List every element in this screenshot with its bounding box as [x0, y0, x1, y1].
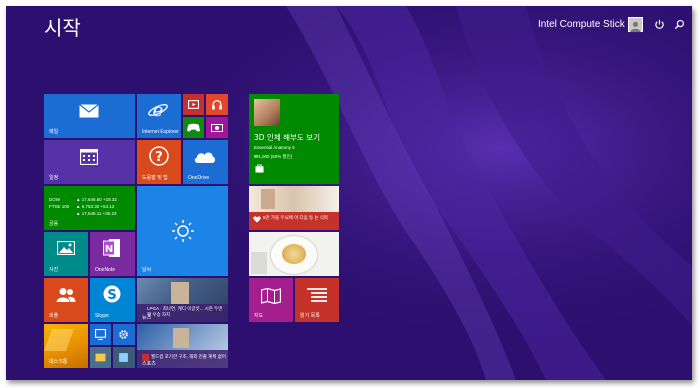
tile-mail[interactable]: 메일: [44, 94, 135, 138]
tile-sports[interactable]: 월드컵 포기한 구조, 해외 진출 계획 없어 스포츠: [137, 324, 228, 368]
calendar-icon: [80, 149, 98, 165]
finance-row-name: FTSE 100: [49, 204, 70, 209]
tile-music[interactable]: [206, 94, 228, 115]
reading-list-icon: [307, 288, 327, 302]
finance-row-value: ▲ 17,646.60 +18.32: [76, 197, 117, 202]
tile-help-label: 도움말 및 팁: [142, 175, 168, 181]
tile-weather-label: 날씨: [142, 267, 152, 273]
tile-calendar[interactable]: 일정: [44, 140, 135, 184]
tile-people-label: 피플: [49, 313, 59, 319]
tile-sports-label: 스포츠: [142, 361, 156, 367]
svg-text:?: ?: [155, 150, 163, 165]
promo-photo: [254, 99, 280, 126]
promo-price: ₩1,000 (50% 할인): [254, 154, 293, 159]
camera-icon: [211, 124, 223, 132]
tile-games[interactable]: [183, 117, 204, 138]
tile-people[interactable]: 피플: [44, 278, 88, 322]
skype-icon: S: [103, 285, 121, 303]
search-icon[interactable]: [674, 19, 685, 30]
ie-icon: e: [148, 100, 168, 120]
tile-onedrive[interactable]: OneDrive: [183, 140, 228, 184]
video-icon: [188, 100, 199, 109]
map-icon: [261, 288, 281, 304]
power-icon[interactable]: [654, 19, 665, 30]
mail-icon: [79, 104, 99, 118]
finance-row-name: DOW: [49, 197, 60, 202]
svg-text:e: e: [153, 100, 164, 120]
tile-small-app-3[interactable]: [90, 347, 111, 368]
tile-small-app-1[interactable]: [90, 324, 111, 345]
help-icon: ?: [149, 146, 169, 166]
cloud-icon: [194, 152, 216, 163]
tile-small-app-2[interactable]: [113, 324, 135, 345]
picture-icon: [57, 241, 75, 255]
file-explorer-icon: [95, 353, 106, 362]
recipe-dish: [282, 244, 306, 264]
gear-icon: [119, 330, 128, 339]
user-avatar[interactable]: [628, 17, 643, 33]
tile-ie-label: Internet Explorer: [142, 129, 179, 135]
start-screen: 시작 Intel Compute Stick 메일 e Internet Exp…: [6, 6, 692, 380]
finance-row-value: ▲ 17,645.11 +35.23: [76, 211, 117, 216]
heart-icon: [253, 216, 261, 223]
tile-mail-label: 메일: [49, 129, 59, 135]
control-panel-icon: [119, 353, 128, 362]
tile-finance[interactable]: DOW ▲ 17,646.60 +18.32 FTSE 100 ▲ 6,753.…: [44, 186, 135, 230]
promo-subtitle: Essential Anatomy 5: [254, 145, 295, 150]
gamepad-icon: [187, 123, 200, 132]
tile-maps[interactable]: 지도: [249, 278, 293, 322]
sports-headline: 월드컵 포기한 구조, 해외 진출 계획 없어: [151, 354, 226, 359]
tile-recipe[interactable]: [249, 232, 339, 276]
tile-finance-label: 금융: [49, 221, 59, 227]
pc-settings-icon: [95, 329, 106, 340]
tile-reading-label: 읽기 목록: [300, 313, 320, 319]
store-icon: [255, 164, 264, 173]
recipe-side: [251, 252, 267, 274]
tile-news-label: 뉴스: [142, 315, 152, 321]
tile-desktop[interactable]: 데스크톱: [44, 324, 88, 368]
user-name[interactable]: Intel Compute Stick: [538, 19, 625, 30]
tile-onenote[interactable]: N OneNote: [90, 232, 135, 276]
tile-camera[interactable]: [206, 117, 228, 138]
tile-help[interactable]: ? 도움말 및 팁: [137, 140, 181, 184]
tile-photos-label: 사진: [49, 267, 59, 273]
tile-internet-explorer[interactable]: e Internet Explorer: [137, 94, 181, 138]
tile-reading-list[interactable]: 읽기 목록: [295, 278, 339, 322]
tile-onedrive-label: OneDrive: [188, 175, 210, 181]
sports-photo-figure: [173, 328, 189, 348]
tile-desktop-label: 데스크톱: [49, 359, 68, 365]
food-photo-figure: [261, 189, 275, 209]
tile-small-app-4[interactable]: [113, 347, 135, 368]
promo-title: 3D 인체 해부도 보기: [254, 133, 320, 142]
tile-video[interactable]: [183, 94, 204, 115]
tile-photos[interactable]: 사진: [44, 232, 88, 276]
tile-store-promo[interactable]: 3D 인체 해부도 보기 Essential Anatomy 5 ₩1,000 …: [249, 94, 339, 184]
desktop-wallpaper-shape: [44, 329, 75, 351]
tile-skype[interactable]: S Skype: [90, 278, 135, 322]
people-icon: [56, 288, 76, 302]
tile-weather[interactable]: 날씨: [137, 186, 228, 276]
tile-news[interactable]: LPGA · 최나연, 캐디 이글샷... 시즌 두번째 우승 차지 뉴스: [137, 278, 228, 322]
tile-calendar-label: 일정: [49, 175, 59, 181]
onenote-icon: N: [103, 239, 120, 257]
screen-title: 시작: [44, 16, 81, 40]
tile-skype-label: Skype: [95, 313, 109, 319]
sun-icon: [172, 220, 194, 242]
tile-onenote-label: OneNote: [95, 267, 116, 273]
news-headline: LPGA · 최나연, 캐디 이글샷... 시즌 두번째 우승 차지: [147, 306, 223, 317]
news-photo-figure: [171, 282, 189, 304]
tile-food-news[interactable]: 5만 가을 두뇌에 이 다음 등 논 식탁: [249, 186, 339, 230]
svg-text:S: S: [107, 288, 116, 303]
headphones-icon: [212, 100, 222, 110]
svg-text:N: N: [105, 244, 113, 255]
finance-row-value: ▲ 6,753.30 +54.12: [76, 204, 115, 209]
food-headline: 5만 가을 두뇌에 이 다음 등 논 식탁: [263, 215, 329, 220]
tile-maps-label: 지도: [254, 313, 264, 319]
